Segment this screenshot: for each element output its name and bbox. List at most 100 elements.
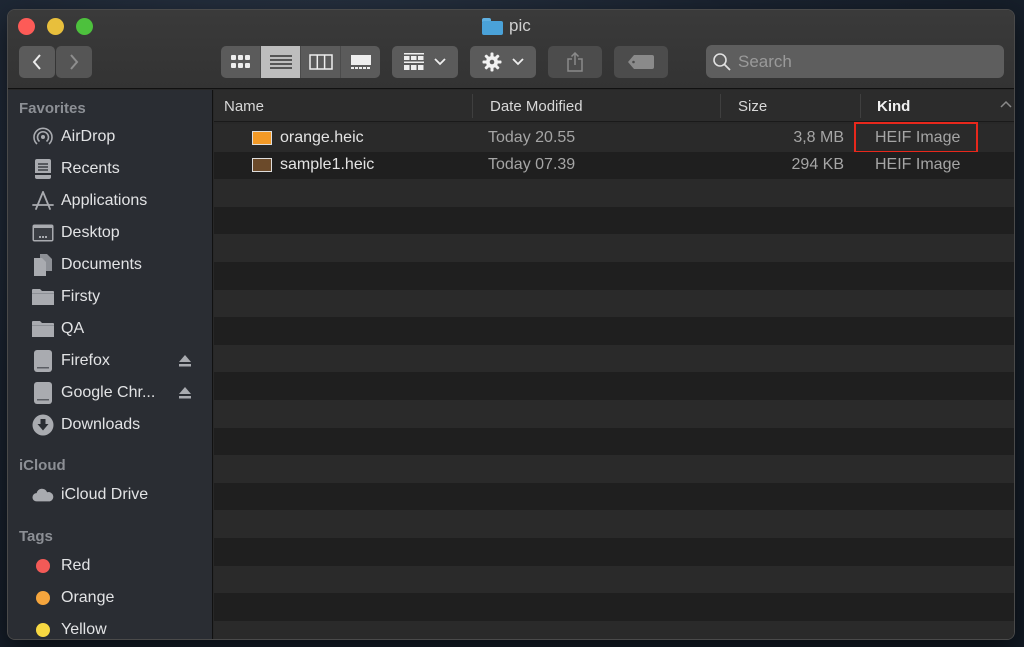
empty-row [214,455,1014,483]
back-chevron-icon [32,54,41,70]
documents-icon [32,254,54,276]
list-view-button[interactable] [261,46,301,78]
gallery-view-button[interactable] [341,46,380,78]
tag-icon [628,55,654,69]
sidebar-item-recents[interactable]: Recents [8,155,213,183]
gear-icon [482,52,502,72]
sidebar-item-firsty[interactable]: Firsty [8,283,213,311]
empty-row [214,317,1014,345]
share-button[interactable] [548,46,602,78]
empty-row [214,538,1014,566]
icon-view-button[interactable] [221,46,261,78]
column-header-date[interactable]: Date Modified [490,90,720,122]
column-header-size[interactable]: Size [738,90,858,122]
image-thumbnail-icon [252,158,272,173]
sidebar-item-tag-yellow[interactable]: Yellow [8,616,213,639]
share-icon [567,52,583,72]
empty-row [214,593,1014,621]
group-by-icon [404,53,424,70]
empty-row [214,234,1014,262]
empty-row [214,565,1014,594]
minimize-button[interactable] [47,18,64,35]
column-divider[interactable] [860,94,861,118]
search-field[interactable] [706,45,1004,78]
folder-icon [482,17,503,35]
empty-row [214,206,1014,235]
empty-row [214,510,1014,538]
empty-row [214,344,1014,373]
sidebar-item-label: Desktop [61,224,120,241]
finder-window: pic Search Favorites AirDrop Recents App… [7,9,1015,640]
column-divider[interactable] [472,94,473,118]
applications-icon [32,190,54,212]
file-row[interactable]: sample1.heic Today 07.39 294 KB HEIF Ima… [214,151,1014,180]
column-header-label: Kind [877,97,911,115]
sidebar-item-downloads[interactable]: Downloads [8,411,213,439]
sidebar-item-label: Yellow [61,621,107,638]
list-icon [269,55,292,69]
sidebar-item-label: Firefox [61,352,110,369]
file-size: 3,8 MB [793,128,844,146]
column-header-label: Size [738,97,768,115]
file-size: 294 KB [791,156,844,174]
column-header-name[interactable]: Name [224,90,474,122]
file-kind: HEIF Image [875,128,961,146]
sidebar-section-tags: Tags [19,528,53,545]
gallery-icon [350,55,371,69]
action-menu-button[interactable] [470,46,536,78]
sidebar-item-tag-red[interactable]: Red [8,552,213,580]
empty-row [214,620,1014,639]
tag-color-dot [32,619,54,639]
airdrop-icon [32,126,54,148]
zoom-button[interactable] [76,18,93,35]
sidebar-item-firefox[interactable]: Firefox [8,347,213,375]
drive-icon [32,382,54,404]
file-kind: HEIF Image [875,156,961,174]
column-view-button[interactable] [301,46,341,78]
file-date: Today 20.55 [488,128,576,146]
tag-color-dot [32,555,54,577]
sidebar-item-applications[interactable]: Applications [8,187,213,215]
sidebar-item-label: Firsty [61,288,101,305]
sidebar-item-airdrop[interactable]: AirDrop [8,123,213,151]
folder-icon [32,318,54,340]
sidebar-item-qa[interactable]: QA [8,315,213,343]
sidebar-item-documents[interactable]: Documents [8,251,213,279]
grid-icon [230,55,250,68]
column-header-kind[interactable]: Kind [877,90,1014,122]
file-row[interactable]: orange.heic Today 20.55 3,8 MB HEIF Imag… [214,122,1014,153]
sidebar-item-icloud-drive[interactable]: iCloud Drive [8,481,213,509]
column-divider[interactable] [720,94,721,118]
sidebar-item-desktop[interactable]: Desktop [8,219,213,247]
column-header-label: Date Modified [490,97,583,115]
forward-button[interactable] [56,46,92,78]
sidebar-item-label: Applications [61,192,148,209]
back-button[interactable] [19,46,55,78]
image-thumbnail-icon [252,130,272,145]
file-rows: orange.heic Today 20.55 3,8 MB HEIF Imag… [214,122,1014,639]
empty-row [214,427,1014,456]
sidebar-item-label: AirDrop [61,128,116,145]
tags-button[interactable] [614,46,668,78]
sidebar-item-label: Documents [61,256,142,273]
desktop-icon [32,222,54,244]
drive-icon [32,350,54,372]
chevron-down-icon [512,58,524,66]
file-name-cell: orange.heic [252,124,364,152]
close-button[interactable] [18,18,35,35]
sidebar-item-tag-orange[interactable]: Orange [8,584,213,612]
sidebar-item-google-chrome[interactable]: Google Chr... [8,379,213,407]
sidebar-section-favorites: Favorites [19,100,86,117]
empty-row [214,372,1014,400]
eject-icon[interactable] [178,386,192,400]
empty-row [214,400,1014,428]
cloud-icon [32,484,54,506]
column-header-label: Name [224,97,265,115]
sidebar-section-icloud: iCloud [19,457,66,474]
search-input[interactable] [738,51,988,72]
eject-icon[interactable] [178,354,192,368]
empty-row [214,262,1014,290]
sidebar-item-label: Downloads [61,416,141,433]
columns-icon [308,54,333,70]
group-by-button[interactable] [392,46,458,78]
